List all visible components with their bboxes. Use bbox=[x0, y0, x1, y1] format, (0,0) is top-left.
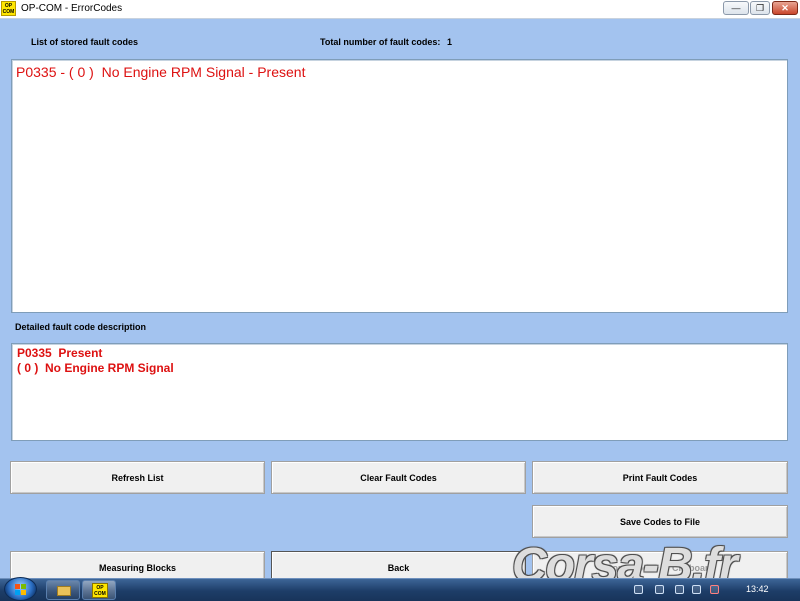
minimize-button[interactable]: — bbox=[723, 1, 749, 15]
fault-description-box[interactable]: P0335 Present ( 0 ) No Engine RPM Signal bbox=[11, 343, 788, 441]
refresh-list-button[interactable]: Refresh List bbox=[10, 461, 265, 494]
folder-icon bbox=[57, 586, 71, 596]
description-line: ( 0 ) No Engine RPM Signal bbox=[17, 361, 174, 375]
print-fault-codes-button[interactable]: Print Fault Codes bbox=[532, 461, 788, 494]
tray-battery-icon[interactable] bbox=[675, 585, 684, 594]
close-button[interactable]: ✕ bbox=[772, 1, 798, 15]
detail-label: Detailed fault code description bbox=[15, 322, 147, 332]
tray-flag-icon[interactable] bbox=[655, 585, 664, 594]
error-codes-window: List of stored fault codes Total number … bbox=[0, 19, 800, 584]
tray-network-icon[interactable] bbox=[634, 585, 643, 594]
tray-volume-muted-icon[interactable] bbox=[710, 585, 719, 594]
clear-fault-codes-button[interactable]: Clear Fault Codes bbox=[271, 461, 526, 494]
fault-code-item[interactable]: P0335 - ( 0 ) No Engine RPM Signal - Pre… bbox=[16, 64, 305, 80]
windows-logo-icon bbox=[15, 584, 26, 595]
save-codes-to-file-button[interactable]: Save Codes to File bbox=[532, 505, 788, 538]
taskbar-explorer-button[interactable] bbox=[46, 580, 80, 600]
fault-code-list[interactable]: P0335 - ( 0 ) No Engine RPM Signal - Pre… bbox=[11, 59, 788, 313]
stored-codes-label: List of stored fault codes bbox=[31, 37, 139, 47]
restore-button[interactable]: ❐ bbox=[750, 1, 770, 15]
total-codes-value: 1 bbox=[447, 37, 453, 47]
tray-signal-icon[interactable] bbox=[692, 585, 701, 594]
total-codes-label: Total number of fault codes: bbox=[320, 37, 441, 47]
taskbar: OP COM 13:42 bbox=[0, 577, 800, 601]
title-bar: OP COM OP-COM - ErrorCodes — ❐ ✕ bbox=[0, 0, 800, 19]
window-title: OP-COM - ErrorCodes bbox=[21, 3, 123, 14]
taskbar-clock[interactable]: 13:42 bbox=[746, 584, 769, 594]
start-button[interactable] bbox=[4, 577, 37, 601]
opcom-app-icon: OP COM bbox=[92, 583, 108, 598]
opcom-app-icon: OP COM bbox=[1, 1, 16, 16]
description-line: P0335 Present bbox=[17, 346, 103, 360]
taskbar-opcom-button[interactable]: OP COM bbox=[82, 580, 116, 600]
